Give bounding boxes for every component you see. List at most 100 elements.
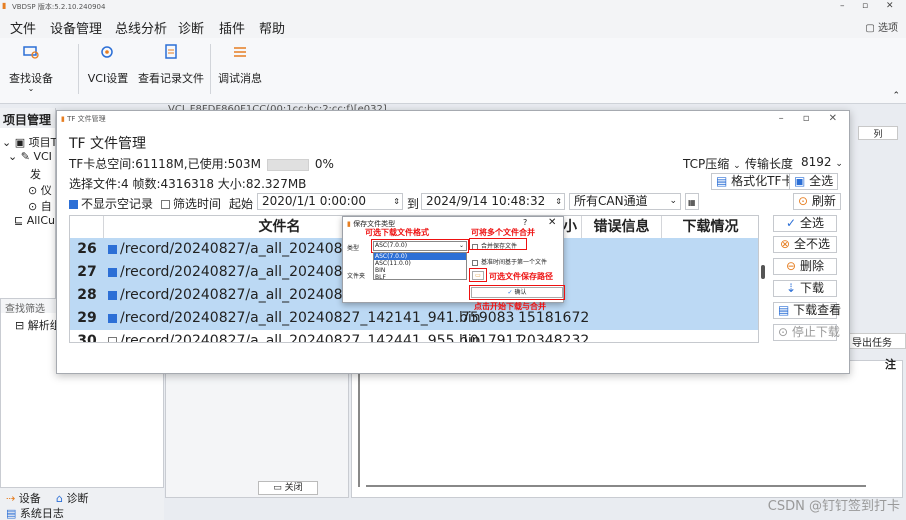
minimize-icon[interactable]: – — [779, 113, 784, 124]
deselect-all-button[interactable]: ⊗ 全不选 — [773, 236, 837, 253]
debug-message-icon — [234, 47, 246, 57]
type-option[interactable]: BLF — [374, 274, 466, 281]
maximize-icon[interactable]: ▫ — [862, 1, 868, 11]
base-time-checkbox[interactable]: 基准时间基于第一个文件 — [472, 257, 547, 266]
delete-button[interactable]: ⊖ 删除 — [773, 258, 837, 275]
row-checkbox[interactable] — [108, 336, 117, 342]
select-all-top-button[interactable]: ▣ 全选 — [789, 173, 839, 190]
format-tf-button[interactable]: ▤ 格式化TF卡 — [711, 173, 799, 190]
view-record-file-button[interactable]: 查看记录文件 — [138, 42, 204, 86]
minimize-icon[interactable]: – — [840, 1, 845, 11]
annotation-box-type — [371, 239, 469, 253]
ribbon-toolbar: 查找设备 ⌄ VCI设置 查看记录文件 调试消息 ⌃ — [0, 38, 906, 104]
refresh-button[interactable]: ⊙ 刷新 — [793, 193, 841, 210]
download-view-button[interactable]: ▤ 下载查看 — [773, 302, 841, 319]
watermark: CSDN @钉钉签到打卡 — [767, 499, 900, 514]
find-device-icon — [23, 46, 39, 59]
tf-dialog-window-title: ▮ TF 文件管理 — [61, 115, 106, 123]
row-checkbox[interactable] — [108, 313, 117, 323]
type-dropdown-list: ASC(7.0.0) ASC(11.0.0) BIN BLF — [373, 252, 467, 281]
menu-file[interactable]: 文件 — [10, 18, 36, 37]
export-task-button[interactable]: 导出任务 — [848, 333, 906, 349]
bottom-middle-pane: ▭ 关闭 — [165, 360, 349, 498]
start-time-input[interactable]: 2020/1/1 0:00:00 ⇕ — [257, 193, 403, 210]
tree-item-auto[interactable]: ⊙ 自 — [28, 198, 52, 214]
spin-icon: ⇕ — [555, 197, 562, 206]
annotation-start: 点击开始下载与合并 — [474, 302, 546, 311]
chevron-down-icon: ⌄ — [669, 196, 677, 206]
stop-icon: ⊙ — [778, 325, 789, 339]
note-column-header: 注 — [885, 358, 896, 371]
maximize-icon[interactable]: ▫ — [803, 113, 810, 124]
vci-settings-button[interactable]: VCI设置 — [86, 42, 130, 86]
table-scrollbar-thumb[interactable] — [761, 265, 765, 279]
check-icon: ✓ — [786, 216, 797, 230]
config-icon: ▦ — [688, 198, 696, 207]
record-file-icon — [165, 44, 177, 59]
bottom-tabs: ⇢ 设备 ⌂ 诊断 ▤ 系统日志 — [0, 488, 164, 520]
ribbon-collapse-icon[interactable]: ⌃ — [892, 91, 900, 101]
close-icon[interactable]: ✕ — [886, 1, 894, 11]
options-icon: ▢ — [865, 23, 878, 34]
filter-parse-group[interactable]: ⊟ 解析组 — [15, 317, 61, 333]
type-option[interactable]: ASC(11.0.0) — [374, 260, 466, 267]
close-icon[interactable]: ✕ — [829, 113, 837, 124]
row-checkbox[interactable] — [108, 290, 117, 300]
col-index — [70, 216, 104, 238]
tree-item-send[interactable]: 发 — [30, 166, 41, 182]
table-row[interactable]: 30 /record/20240827/a_all_20240827_14244… — [70, 330, 758, 342]
col-download: 下载情况 — [662, 216, 758, 238]
stop-download-button[interactable]: ⊙ 停止下载 — [773, 324, 840, 341]
debug-message-button[interactable]: 调试消息 — [216, 42, 264, 86]
column-button[interactable]: 列 — [858, 126, 898, 140]
menu-bar: 文件 设备管理 总线分析 诊断 插件 帮助 ▢ 选项 — [0, 14, 906, 40]
tree-item-allcur[interactable]: ⊑ AllCur — [14, 214, 60, 227]
annotation-path: 可选文件保存路径 — [489, 272, 553, 281]
horizontal-scrollbar[interactable] — [366, 485, 866, 487]
can-channel-select[interactable]: 所有CAN通道 ⌄ — [569, 193, 681, 210]
tree-item-project[interactable]: ⌄ ▣ 项目T — [2, 134, 57, 150]
type-option[interactable]: BIN — [374, 267, 466, 274]
row-checkbox[interactable] — [108, 267, 117, 277]
type-option[interactable]: ASC(7.0.0) — [374, 253, 466, 260]
annotation-box-confirm — [469, 285, 565, 300]
tcp-compress-select[interactable]: TCP压缩 ⌄ — [683, 155, 741, 172]
bottom-right-pane — [351, 360, 903, 498]
menu-diagnose[interactable]: 诊断 — [178, 18, 204, 37]
spin-icon: ⇕ — [393, 197, 400, 206]
channel-config-button[interactable]: ▦ — [685, 193, 699, 210]
transfer-length-select[interactable]: 8192 ⌄ — [801, 155, 843, 169]
close-icon[interactable]: ✕ — [548, 217, 556, 228]
menu-bus-analysis[interactable]: 总线分析 — [115, 18, 167, 37]
type-label: 类型 — [347, 245, 360, 252]
download-button[interactable]: ⇣ 下载 — [773, 280, 837, 297]
tree-item-instrument[interactable]: ⊙ 仪 — [28, 182, 52, 198]
tf-space-info: TF卡总空间:61118M,已使用:503M 0% — [69, 157, 334, 171]
filter-time-checkbox[interactable]: 筛选时间 — [161, 195, 221, 212]
row-checkbox[interactable] — [108, 244, 117, 254]
delete-icon: ⊖ — [786, 259, 797, 273]
ribbon-separator — [210, 44, 211, 94]
menu-help[interactable]: 帮助 — [259, 18, 285, 37]
menu-plugins[interactable]: 插件 — [219, 18, 245, 37]
table-row[interactable]: 29 /record/20240827/a_all_20240827_14214… — [70, 307, 758, 330]
col-error: 错误信息 — [582, 216, 662, 238]
find-device-button[interactable]: 查找设备 ⌄ — [8, 42, 54, 93]
close-button[interactable]: ▭ 关闭 — [258, 481, 318, 495]
annotation-format: 可选下载文件格式 — [365, 228, 429, 237]
download-icon: ⇣ — [786, 281, 797, 295]
options-button[interactable]: ▢ 选项 — [865, 19, 898, 34]
end-time-input[interactable]: 2024/9/14 10:48:32 ⇕ — [421, 193, 565, 210]
select-all-button[interactable]: ✓ 全选 — [773, 215, 837, 232]
format-icon: ▤ — [716, 174, 728, 188]
help-icon[interactable]: ? — [523, 218, 527, 227]
tab-syslog[interactable]: ▤ 系统日志 — [6, 505, 64, 520]
tab-diag[interactable]: ⌂ 诊断 — [56, 490, 88, 506]
annotation-merge: 可将多个文件合并 — [471, 228, 535, 237]
menu-device-manage[interactable]: 设备管理 — [50, 18, 103, 40]
vertical-scrollbar[interactable] — [358, 365, 360, 487]
folder-label: 文件夹 — [347, 273, 366, 280]
hide-empty-checkbox[interactable]: 不显示空记录 — [69, 195, 153, 212]
tree-item-vci[interactable]: ⌄ ✎ VCI — [8, 150, 52, 163]
tab-device[interactable]: ⇢ 设备 — [6, 490, 41, 506]
